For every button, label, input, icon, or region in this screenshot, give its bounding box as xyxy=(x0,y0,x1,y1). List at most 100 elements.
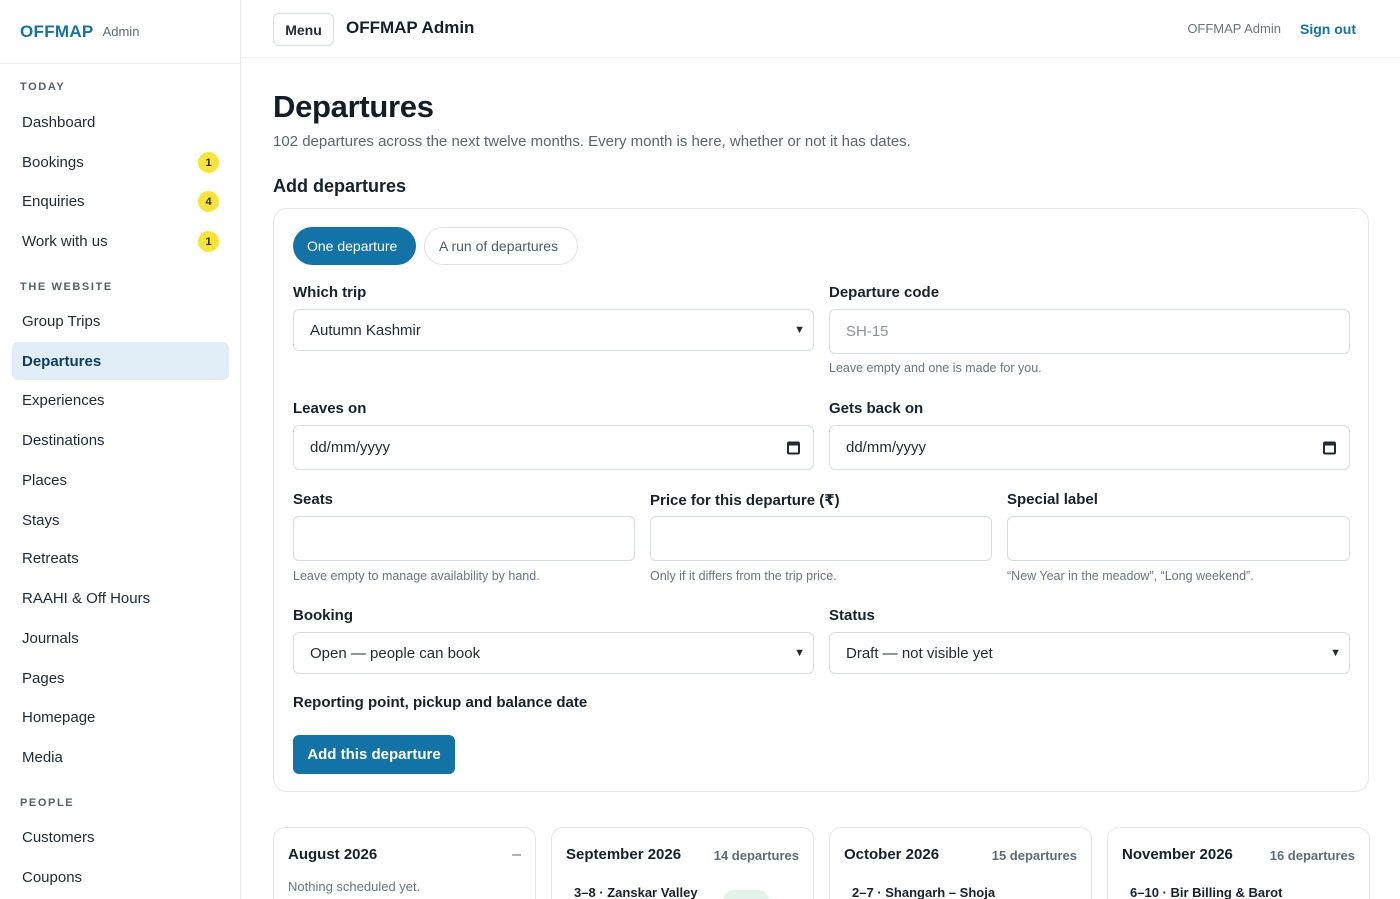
sidebar-item-raahi-off-hours[interactable]: RAAHI & Off Hours xyxy=(12,579,229,617)
month-card-october-2026: October 2026 15 departures 2–7 · Shangar… xyxy=(829,827,1092,899)
sidebar-item-dashboard[interactable]: Dashboard xyxy=(12,103,229,141)
sign-out-link[interactable]: Sign out xyxy=(1300,21,1356,37)
sidebar-item-label: Destinations xyxy=(22,431,105,449)
sidebar-item-group-trips[interactable]: Group Trips xyxy=(12,302,229,340)
sidebar-item-label: Places xyxy=(22,471,68,489)
count-badge: 1 xyxy=(198,152,219,173)
sidebar-item-label: Pages xyxy=(22,669,65,687)
sidebar-item-label: Media xyxy=(22,748,63,766)
sidebar-item-label: RAAHI & Off Hours xyxy=(22,589,151,607)
one-departure-toggle[interactable]: One departure xyxy=(293,227,416,265)
leaves-on-date-input[interactable]: dd/mm/yyyy xyxy=(293,425,814,470)
sidebar-item-media[interactable]: Media xyxy=(12,738,229,776)
status-select[interactable]: Draft — not visible yet ▼ xyxy=(829,632,1350,674)
sidebar-item-stays[interactable]: Stays xyxy=(12,501,229,539)
departure-code-hint: Leave empty and one is made for you. xyxy=(829,361,1042,375)
chevron-down-icon: ▼ xyxy=(794,647,805,659)
seats-input[interactable] xyxy=(293,516,635,561)
sidebar-item-label: Group Trips xyxy=(22,312,101,330)
leaves-on-value: dd/mm/yyyy xyxy=(310,439,391,456)
chevron-down-icon: ▼ xyxy=(1330,647,1341,659)
menu-button[interactable]: Menu xyxy=(273,13,334,46)
status-chip xyxy=(723,890,769,899)
sidebar-item-homepage[interactable]: Homepage xyxy=(12,698,229,736)
month-title: September 2026 xyxy=(566,846,682,863)
brand-logo[interactable]: OFFMAP xyxy=(20,22,94,42)
calendar-icon[interactable] xyxy=(787,441,800,454)
sidebar-item-retreats[interactable]: Retreats xyxy=(12,539,229,577)
special-label-hint: “New Year in the meadow”, “Long weekend”… xyxy=(1007,569,1254,583)
count-badge: 4 xyxy=(198,191,219,212)
sidebar-item-label: Retreats xyxy=(22,549,79,567)
month-title: October 2026 xyxy=(844,846,940,863)
add-departure-form: One departure A run of departures Which … xyxy=(273,208,1369,792)
add-departures-heading: Add departures xyxy=(273,176,407,196)
nav-section-people: PEOPLE xyxy=(20,797,75,809)
seats-hint: Leave empty to manage availability by ha… xyxy=(293,569,540,583)
count-badge: 1 xyxy=(198,231,219,252)
sidebar: OFFMAP Admin TODAY Dashboard Bookings 1 E… xyxy=(0,0,241,899)
which-trip-select[interactable]: Autumn Kashmir ▼ xyxy=(293,309,814,351)
departure-entry[interactable]: 6–10 · Bir Billing & Barot xyxy=(1130,885,1282,899)
nav-section-today: TODAY xyxy=(20,81,66,93)
sidebar-item-label: Homepage xyxy=(22,708,96,726)
sidebar-item-work-with-us[interactable]: Work with us 1 xyxy=(12,222,229,260)
price-input[interactable] xyxy=(650,516,992,561)
sidebar-item-label: Work with us xyxy=(22,232,108,250)
leaves-on-label: Leaves on xyxy=(293,400,367,417)
sidebar-item-label: Journals xyxy=(22,629,79,647)
page-title: Departures xyxy=(273,89,434,124)
chevron-down-icon: ▼ xyxy=(794,324,805,336)
which-trip-value: Autumn Kashmir xyxy=(310,321,421,339)
departure-entry[interactable]: 3–8 · Zanskar Valley xyxy=(574,885,698,899)
topbar: Menu OFFMAP Admin OFFMAP Admin Sign out xyxy=(241,0,1400,58)
departure-entry[interactable]: 2–7 · Shangarh – Shoja xyxy=(852,885,995,899)
month-title: November 2026 xyxy=(1122,846,1233,863)
sidebar-item-places[interactable]: Places xyxy=(12,461,229,499)
sidebar-item-label: Dashboard xyxy=(22,113,96,131)
sidebar-item-coupons[interactable]: Coupons xyxy=(12,858,229,896)
departure-code-input[interactable]: SH-15 xyxy=(829,309,1350,354)
sidebar-item-label: Enquiries xyxy=(22,192,85,210)
sidebar-item-destinations[interactable]: Destinations xyxy=(12,421,229,459)
special-label-input[interactable] xyxy=(1007,516,1350,561)
sidebar-item-departures[interactable]: Departures xyxy=(12,342,229,380)
sidebar-item-label: Experiences xyxy=(22,391,105,409)
run-of-departures-toggle[interactable]: A run of departures xyxy=(424,227,578,265)
sidebar-item-journals[interactable]: Journals xyxy=(12,619,229,657)
sidebar-item-experiences[interactable]: Experiences xyxy=(12,381,229,419)
booking-value: Open — people can book xyxy=(310,644,481,662)
sidebar-item-bookings[interactable]: Bookings 1 xyxy=(12,143,229,181)
brand-subtitle: Admin xyxy=(102,24,140,39)
month-departure-count: 14 departures xyxy=(713,848,799,863)
price-label: Price for this departure (₹) xyxy=(650,492,840,509)
sidebar-item-customers[interactable]: Customers xyxy=(12,818,229,856)
sidebar-item-label: Bookings xyxy=(22,153,84,171)
month-departure-count: 16 departures xyxy=(1269,848,1355,863)
price-hint: Only if it differs from the trip price. xyxy=(650,569,837,583)
departure-code-placeholder: SH-15 xyxy=(846,323,889,340)
month-card-november-2026: November 2026 16 departures 6–10 · Bir B… xyxy=(1107,827,1370,899)
page-subtitle: 102 departures across the next twelve mo… xyxy=(273,133,911,150)
sidebar-item-label: Stays xyxy=(22,511,60,529)
status-value: Draft — not visible yet xyxy=(846,644,993,662)
calendar-icon[interactable] xyxy=(1323,441,1336,454)
sidebar-item-pages[interactable]: Pages xyxy=(12,659,229,697)
sidebar-item-enquiries[interactable]: Enquiries 4 xyxy=(12,182,229,220)
sidebar-item-label: Coupons xyxy=(22,868,83,886)
status-label: Status xyxy=(829,607,875,624)
booking-select[interactable]: Open — people can book ▼ xyxy=(293,632,814,674)
sidebar-item-label: Customers xyxy=(22,828,95,846)
reporting-section-toggle[interactable]: Reporting point, pickup and balance date xyxy=(293,694,587,711)
collapse-icon[interactable]: – xyxy=(512,846,521,864)
month-title: August 2026 xyxy=(288,846,378,863)
special-label-label: Special label xyxy=(1007,491,1098,508)
gets-back-on-label: Gets back on xyxy=(829,400,924,417)
gets-back-on-date-input[interactable]: dd/mm/yyyy xyxy=(829,425,1350,470)
month-empty-text: Nothing scheduled yet. xyxy=(288,879,421,894)
add-departure-button[interactable]: Add this departure xyxy=(293,735,455,774)
departure-code-label: Departure code xyxy=(829,284,940,301)
seats-label: Seats xyxy=(293,491,334,508)
sidebar-item-label: Departures xyxy=(22,352,102,370)
nav-section-website: THE WEBSITE xyxy=(20,281,113,293)
